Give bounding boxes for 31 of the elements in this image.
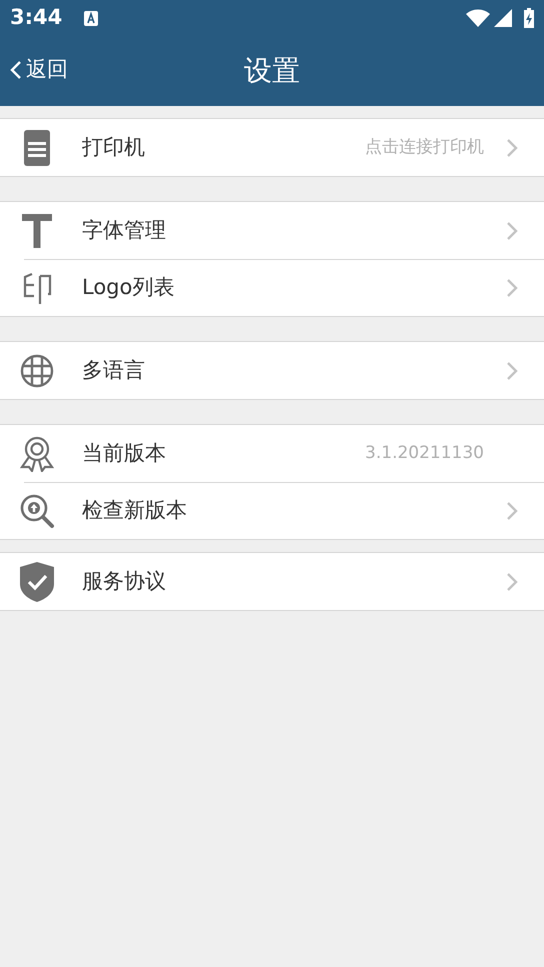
keyboard-notification-icon [84,10,98,26]
settings-row[interactable]: 打印机 点击连接打印机 [82,119,544,176]
letter-t-icon [22,214,52,248]
settings-row[interactable]: Logo列表 [24,259,544,316]
row-label: Logo列表 [82,274,174,302]
row-label: 当前版本 [82,440,166,467]
page-title: 设置 [244,53,300,89]
settings-row[interactable]: 当前版本 3.1.20211130 [82,425,544,482]
battery-icon [524,8,534,28]
back-button[interactable]: 返回 [10,54,68,86]
row-label: 检查新版本 [82,497,187,524]
award-ribbon-icon [19,436,55,472]
row-label: 多语言 [82,356,145,384]
settings-row[interactable]: 多语言 [82,342,544,399]
settings-row[interactable]: 检查新版本 [24,482,544,539]
search-update-icon [19,492,55,528]
clock: 3:44 [10,4,62,32]
wifi-icon [466,9,490,27]
printer-icon [24,130,50,166]
row-label: 打印机 [82,134,145,161]
settings-row[interactable]: 字体管理 [82,202,544,259]
chevron-left-icon [10,60,22,80]
row-value: 3.1.20211130 [365,442,484,465]
row-label: 字体管理 [82,216,166,244]
globe-icon [20,354,54,388]
row-label: 服务协议 [82,568,166,595]
shield-check-icon [20,562,54,602]
row-value: 点击连接打印机 [365,136,484,159]
settings-row[interactable]: 服务协议 [82,553,544,610]
signal-icon [494,9,512,27]
stamp-glyph-icon [22,272,52,304]
